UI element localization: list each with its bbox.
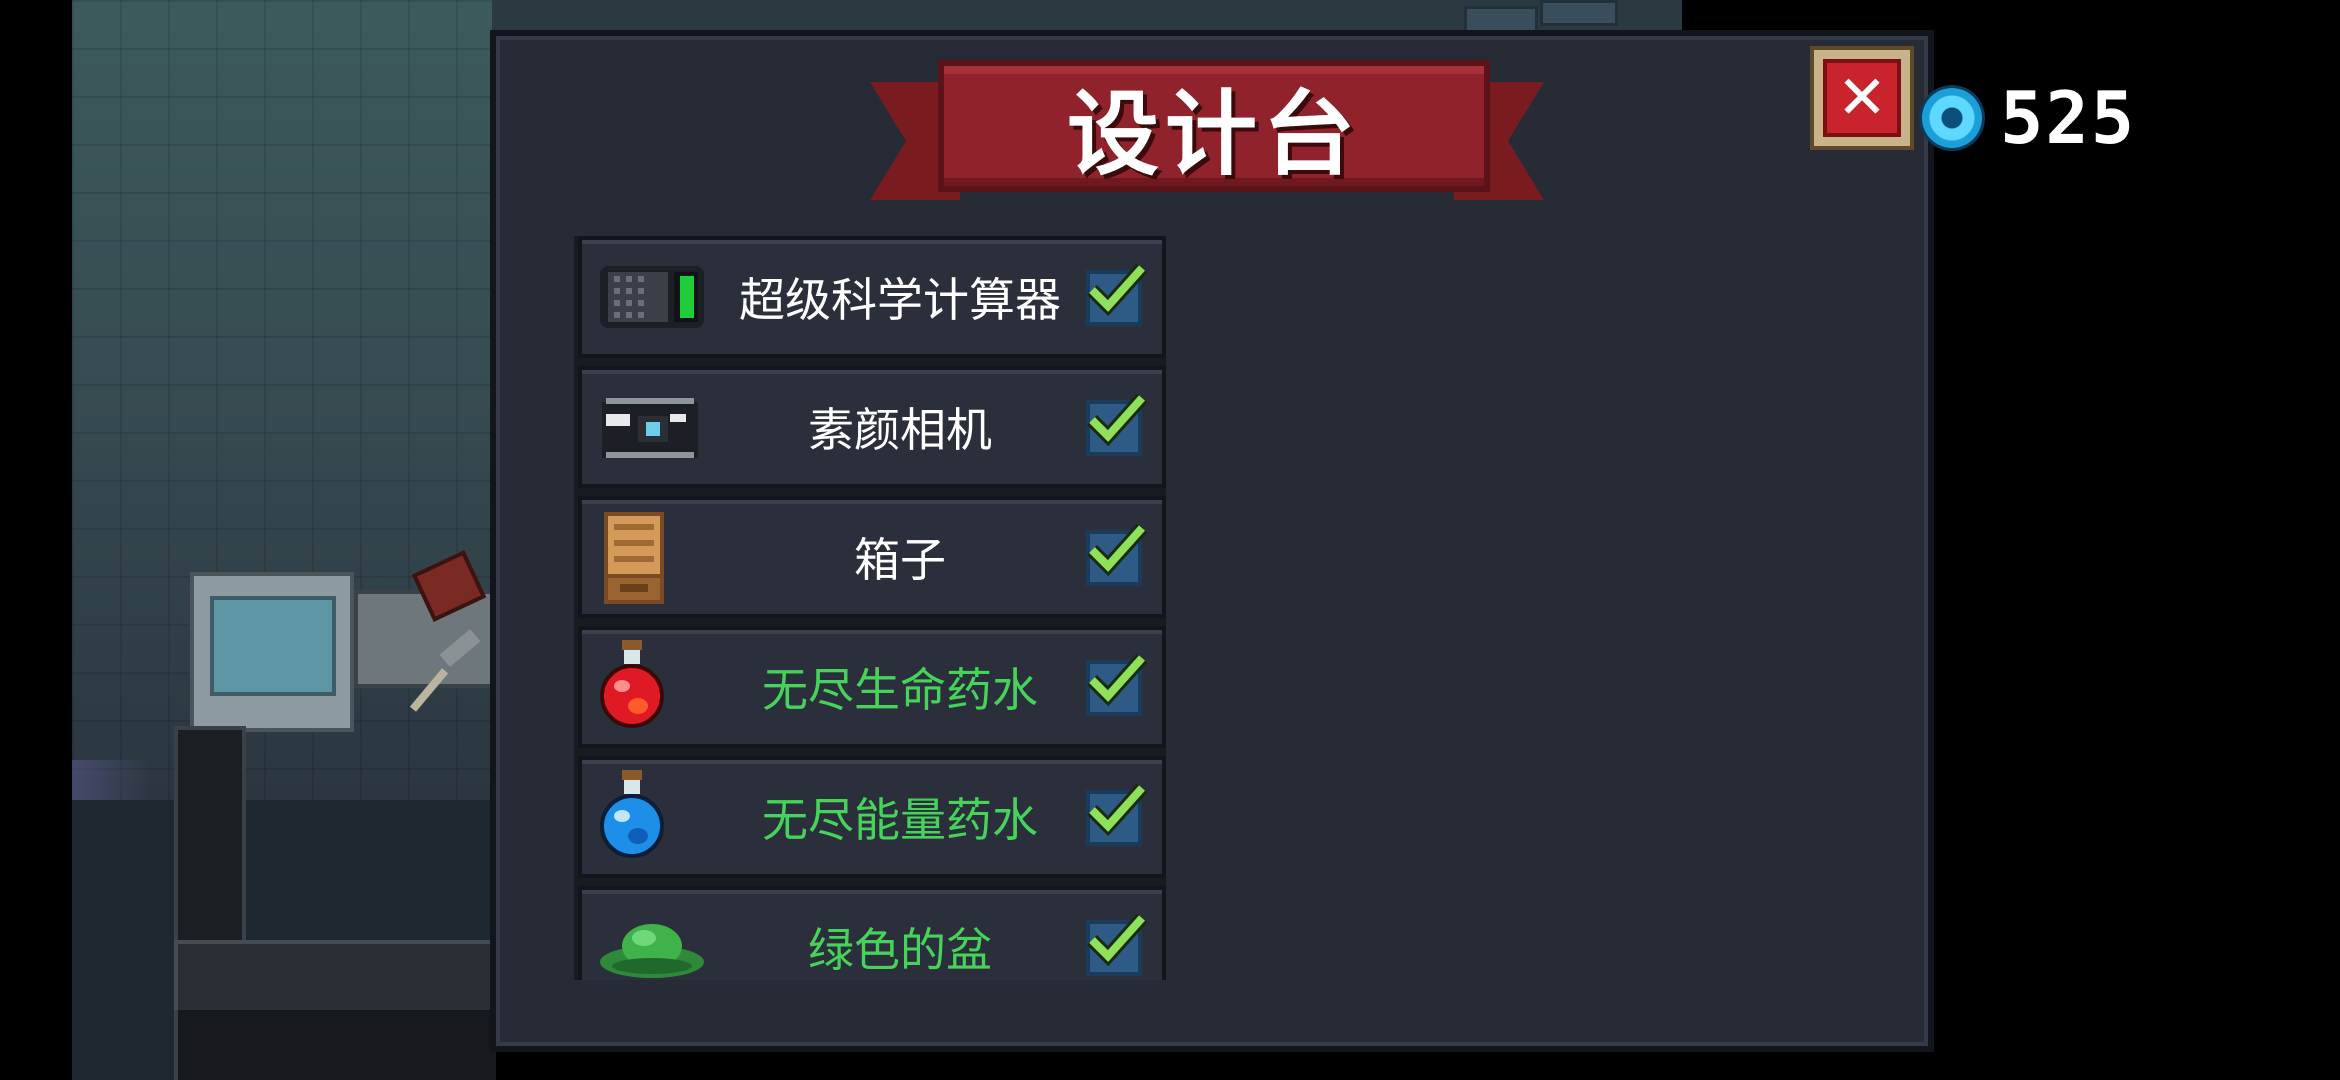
camera-icon xyxy=(602,398,698,458)
list-item-green-pot[interactable]: 绿色的盆 xyxy=(578,886,1166,980)
blue-potion-icon xyxy=(600,770,664,858)
list-item-camera[interactable]: 素颜相机 xyxy=(578,366,1166,488)
monitor-screen xyxy=(210,596,336,696)
red-potion-icon xyxy=(600,640,664,728)
cabinet xyxy=(174,726,246,954)
item-label: 箱子 xyxy=(854,533,946,587)
checkmark-icon xyxy=(1087,523,1148,577)
list-item-calculator[interactable]: 超级科学计算器 xyxy=(578,236,1166,358)
checkmark-icon xyxy=(1087,913,1148,967)
counter-front xyxy=(174,1010,496,1080)
calculator-icon xyxy=(600,266,704,328)
gem-icon xyxy=(1922,88,1982,148)
checkmark-icon xyxy=(1087,393,1148,447)
currency-display: 525 xyxy=(1922,76,2137,160)
list-item-blue-potion[interactable]: 无尽能量药水 xyxy=(578,756,1166,878)
checkmark-icon xyxy=(1087,263,1148,317)
list-item-box[interactable]: 箱子 xyxy=(578,496,1166,618)
counter xyxy=(174,940,500,1018)
close-icon: ✕ xyxy=(1823,59,1901,137)
item-label: 素颜相机 xyxy=(808,403,992,457)
wall-object xyxy=(1540,0,1618,26)
list-item-red-potion[interactable]: 无尽生命药水 xyxy=(578,626,1166,748)
currency-value: 525 xyxy=(2000,76,2137,160)
close-button[interactable]: ✕ xyxy=(1810,46,1914,150)
checkmark-icon xyxy=(1087,653,1148,707)
item-list[interactable]: 超级科学计算器 素颜相机 箱子 无尽生命药水 无尽能量药水 绿色的盆 xyxy=(574,236,1166,980)
checkmark-icon xyxy=(1087,783,1148,837)
computer-monitor xyxy=(190,572,354,732)
item-label: 无尽能量药水 xyxy=(762,793,1038,847)
item-label: 绿色的盆 xyxy=(808,923,992,977)
item-label: 无尽生命药水 xyxy=(762,663,1038,717)
panel-title: 设计台 xyxy=(1066,80,1361,188)
box-icon xyxy=(604,512,664,604)
item-label: 超级科学计算器 xyxy=(739,273,1061,327)
green-pot-icon xyxy=(600,924,704,978)
title-banner: 设计台 xyxy=(938,60,1490,192)
